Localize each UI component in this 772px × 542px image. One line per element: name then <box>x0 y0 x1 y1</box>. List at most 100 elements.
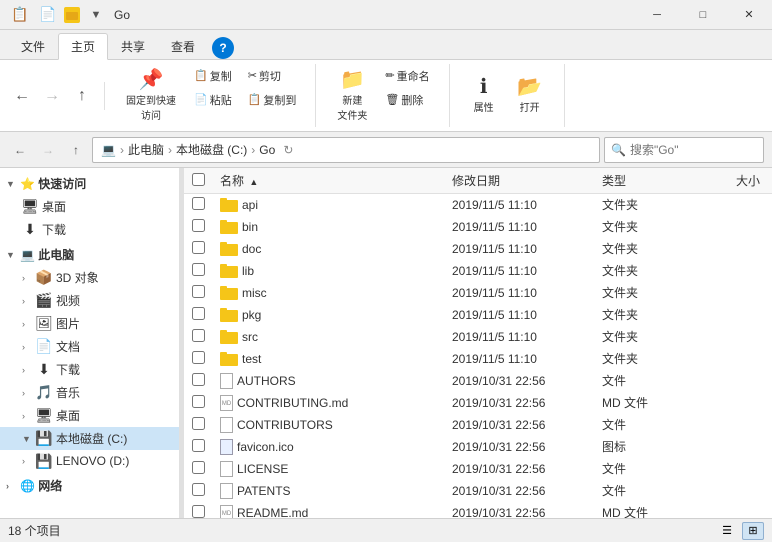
table-row[interactable]: MD README.md 2019/10/31 22:56 MD 文件 <box>184 502 772 518</box>
row-select-checkbox[interactable] <box>192 483 205 496</box>
table-row[interactable]: test 2019/11/5 11:10 文件夹 <box>184 348 772 370</box>
file-date-cell: 2019/11/5 11:10 <box>452 220 602 234</box>
details-view-button[interactable]: ☰ <box>716 522 738 540</box>
row-select-checkbox[interactable] <box>192 197 205 210</box>
sidebar-item-local-disk[interactable]: ▼ 💾 本地磁盘 (C:) <box>0 427 179 450</box>
copy-button[interactable]: 📋 复制 <box>187 65 239 87</box>
table-row[interactable]: PATENTS 2019/10/31 22:56 文件 <box>184 480 772 502</box>
address-box[interactable]: 💻 › 此电脑 › 本地磁盘 (C:) › Go ↻ <box>92 137 600 163</box>
copy-to-button[interactable]: 📋 复制到 <box>241 89 304 111</box>
tab-share[interactable]: 共享 <box>108 33 158 59</box>
sidebar-documents-label: 文档 <box>56 338 80 355</box>
table-row[interactable]: CONTRIBUTORS 2019/10/31 22:56 文件 <box>184 414 772 436</box>
sidebar-item-desktop2[interactable]: › 🖥 桌面 <box>0 404 179 427</box>
table-row[interactable]: favicon.ico 2019/10/31 22:56 图标 <box>184 436 772 458</box>
close-button[interactable]: ✕ <box>726 0 772 30</box>
refresh-icon[interactable]: ↻ <box>283 143 293 157</box>
file-name-cell: bin <box>212 220 452 234</box>
up-nav-button[interactable]: ↑ <box>64 138 88 162</box>
tab-file[interactable]: 文件 <box>8 33 58 59</box>
breadcrumb-local-disk[interactable]: 本地磁盘 (C:) <box>176 141 247 158</box>
sidebar-item-lenovo[interactable]: › 💾 LENOVO (D:) <box>0 450 179 472</box>
search-input[interactable] <box>630 143 772 157</box>
sidebar-item-music[interactable]: › 🎵 音乐 <box>0 381 179 404</box>
minimize-button[interactable]: ─ <box>634 0 680 30</box>
titlebar-dropdown[interactable]: ▼ <box>84 3 108 27</box>
tiles-view-button[interactable]: ⊞ <box>742 522 764 540</box>
row-select-checkbox[interactable] <box>192 263 205 276</box>
sidebar-item-download[interactable]: ⬇ 下载 📌 <box>0 218 179 241</box>
cut-button[interactable]: ✂ 剪切 <box>241 65 304 87</box>
properties-button[interactable]: ℹ 属性 <box>462 72 506 119</box>
tab-home[interactable]: 主页 <box>58 33 108 60</box>
type-col-header[interactable]: 类型 <box>602 172 702 189</box>
sidebar-item-documents[interactable]: › 📄 文档 <box>0 335 179 358</box>
row-select-checkbox[interactable] <box>192 505 205 518</box>
open-button[interactable]: 📂 打开 <box>508 72 552 119</box>
maximize-button[interactable]: □ <box>680 0 726 30</box>
file-name: PATENTS <box>237 484 291 498</box>
breadcrumb-this-pc[interactable]: 此电脑 <box>128 141 164 158</box>
sidebar-section-this-pc: ▼ 💻 此电脑 › 📦 3D 对象 › 🎬 视频 › 🖼 图片 › 📄 <box>0 243 179 472</box>
row-select-checkbox[interactable] <box>192 439 205 452</box>
file-date-cell: 2019/10/31 22:56 <box>452 396 602 410</box>
table-row[interactable]: pkg 2019/11/5 11:10 文件夹 <box>184 304 772 326</box>
table-row[interactable]: AUTHORS 2019/10/31 22:56 文件 <box>184 370 772 392</box>
table-row[interactable]: api 2019/11/5 11:10 文件夹 <box>184 194 772 216</box>
file-name-cell: api <box>212 198 452 212</box>
table-row[interactable]: bin 2019/11/5 11:10 文件夹 <box>184 216 772 238</box>
titlebar-icon2[interactable]: 📄 <box>36 3 60 27</box>
row-select-checkbox[interactable] <box>192 417 205 430</box>
search-box[interactable]: 🔍 <box>604 137 764 163</box>
rename-button[interactable]: ✏ 重命名 <box>378 65 436 87</box>
row-select-checkbox[interactable] <box>192 395 205 408</box>
help-button[interactable]: ? <box>212 37 234 59</box>
table-row[interactable]: LICENSE 2019/10/31 22:56 文件 <box>184 458 772 480</box>
delete-button[interactable]: 🗑 删除 <box>378 89 436 111</box>
up-button[interactable]: ↑ <box>68 82 96 110</box>
sidebar-item-downloads2[interactable]: › ⬇ 下载 <box>0 358 179 381</box>
forward-button[interactable]: → <box>38 82 66 110</box>
table-row[interactable]: lib 2019/11/5 11:10 文件夹 <box>184 260 772 282</box>
sidebar-item-desktop[interactable]: 🖥 桌面 📌 <box>0 195 179 218</box>
row-select-checkbox[interactable] <box>192 285 205 298</box>
name-col-header[interactable]: 名称 ▲ <box>212 172 452 189</box>
address-breadcrumb: 💻 › 此电脑 › 本地磁盘 (C:) › Go <box>101 141 275 158</box>
back-nav-button[interactable]: ← <box>8 138 32 162</box>
sidebar-item-3d[interactable]: › 📦 3D 对象 <box>0 266 179 289</box>
file-name: test <box>242 352 261 366</box>
size-col-header[interactable]: 大小 <box>702 172 772 189</box>
breadcrumb-go[interactable]: Go <box>259 143 275 157</box>
table-row[interactable]: MD CONTRIBUTING.md 2019/10/31 22:56 MD 文… <box>184 392 772 414</box>
new-folder-button[interactable]: 📁 新建文件夹 <box>328 65 376 127</box>
row-select-checkbox[interactable] <box>192 351 205 364</box>
sidebar-item-video[interactable]: › 🎬 视频 <box>0 289 179 312</box>
file-type-cell: 文件夹 <box>602 196 702 213</box>
row-select-checkbox[interactable] <box>192 329 205 342</box>
file-date-cell: 2019/11/5 11:10 <box>452 198 602 212</box>
row-select-checkbox[interactable] <box>192 307 205 320</box>
date-col-header[interactable]: 修改日期 <box>452 172 602 189</box>
sidebar-this-pc-label: 💻 此电脑 <box>20 246 74 263</box>
paste-button[interactable]: 📄 粘贴 <box>187 89 239 111</box>
row-select-checkbox[interactable] <box>192 373 205 386</box>
row-select-checkbox[interactable] <box>192 219 205 232</box>
file-name-cell: PATENTS <box>212 483 452 499</box>
titlebar-icon1[interactable]: 📋 <box>8 3 32 27</box>
tab-view[interactable]: 查看 <box>158 33 208 59</box>
row-select-checkbox[interactable] <box>192 461 205 474</box>
pin-quick-access-button[interactable]: 📌 固定到快速访问 <box>117 65 185 127</box>
table-row[interactable]: src 2019/11/5 11:10 文件夹 <box>184 326 772 348</box>
table-row[interactable]: misc 2019/11/5 11:10 文件夹 <box>184 282 772 304</box>
sidebar-header-this-pc[interactable]: ▼ 💻 此电脑 <box>0 243 179 266</box>
sidebar-item-pictures[interactable]: › 🖼 图片 <box>0 312 179 335</box>
select-all-checkbox[interactable] <box>192 173 205 186</box>
forward-nav-button[interactable]: → <box>36 138 60 162</box>
row-select-checkbox[interactable] <box>192 241 205 254</box>
sidebar-header-quick-access[interactable]: ▼ ⭐ 快速访问 <box>0 172 179 195</box>
file-rows-container: api 2019/11/5 11:10 文件夹 bin 2019/11/5 11… <box>184 194 772 518</box>
sidebar-header-network[interactable]: › 🌐 网络 <box>0 474 179 497</box>
back-button[interactable]: ← <box>8 82 36 110</box>
row-checkbox <box>184 461 212 477</box>
table-row[interactable]: doc 2019/11/5 11:10 文件夹 <box>184 238 772 260</box>
